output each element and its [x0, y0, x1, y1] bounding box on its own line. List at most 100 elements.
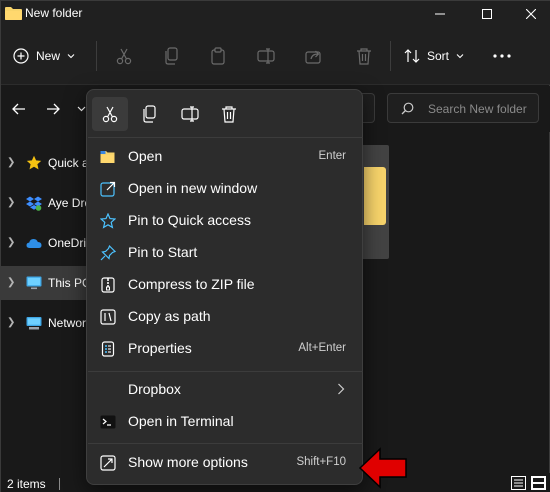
status-separator	[59, 478, 60, 490]
new-window-icon	[100, 181, 116, 197]
menu-item-label: Dropbox	[128, 381, 181, 397]
copy-icon	[143, 105, 156, 123]
new-button[interactable]: New	[13, 44, 83, 68]
menu-item-label: Show more options	[128, 454, 248, 470]
toolbar-separator	[96, 41, 97, 71]
search-placeholder: Search New folder	[428, 102, 527, 116]
trash-icon	[357, 48, 371, 65]
scissors-icon	[116, 48, 132, 65]
share-button[interactable]	[303, 45, 325, 67]
menu-cut-button[interactable]	[92, 97, 128, 131]
menu-separator	[88, 443, 363, 444]
details-view-icon[interactable]	[511, 476, 526, 490]
pin-icon	[100, 245, 116, 261]
nav-item-network[interactable]: ❯ Network	[1, 306, 91, 340]
chevron-right-icon: ❯	[7, 197, 16, 208]
sort-icon	[404, 49, 420, 63]
more-button[interactable]	[491, 45, 513, 67]
command-bar: New Sort	[1, 27, 550, 85]
maximize-icon	[482, 9, 492, 19]
menu-item-label: Open in Terminal	[128, 413, 234, 429]
context-menu-quick-actions	[87, 90, 364, 136]
menu-item-label: Open	[128, 148, 163, 164]
terminal-icon	[100, 415, 116, 429]
chevron-right-icon: ❯	[7, 277, 16, 288]
menu-rename-button[interactable]	[172, 97, 208, 131]
delete-button[interactable]	[353, 45, 375, 67]
properties-icon	[101, 341, 115, 357]
star-icon	[26, 155, 42, 170]
more-options-icon	[100, 455, 116, 471]
forward-button[interactable]	[43, 99, 63, 119]
arrow-right-icon	[47, 103, 60, 115]
menu-separator	[88, 371, 363, 372]
menu-item-dropbox[interactable]: Dropbox	[91, 374, 359, 406]
nav-label: This PC	[48, 276, 90, 290]
sort-button[interactable]: Sort	[404, 44, 470, 68]
zip-icon	[101, 277, 115, 293]
nav-item-onedrive[interactable]: ❯ OneDrive	[1, 226, 91, 260]
chevron-down-icon	[77, 106, 85, 112]
menu-item-label: Properties	[128, 340, 192, 356]
nav-item-quick-access[interactable]: ❯ Quick access	[1, 146, 91, 180]
menu-item-shortcut: Enter	[318, 150, 347, 162]
rename-button[interactable]	[255, 45, 277, 67]
chevron-right-icon: ❯	[7, 157, 16, 168]
menu-item-pin-quick-access[interactable]: Pin to Quick access	[91, 205, 359, 237]
maximize-button[interactable]	[467, 1, 507, 27]
menu-item-copy-as-path[interactable]: Copy as path	[91, 301, 359, 333]
menu-item-open-new-window[interactable]: Open in new window	[91, 173, 359, 205]
chevron-right-icon	[338, 383, 345, 395]
menu-item-shortcut: Shift+F10	[296, 456, 346, 468]
menu-item-open-terminal[interactable]: Open in Terminal	[91, 406, 359, 438]
menu-item-open[interactable]: Open Enter	[91, 141, 359, 173]
paste-button[interactable]	[207, 45, 229, 67]
search-icon	[401, 102, 414, 115]
dropbox-icon	[26, 196, 42, 211]
menu-item-shortcut: Alt+Enter	[298, 342, 346, 354]
minimize-button[interactable]	[420, 1, 460, 27]
folder-icon	[364, 167, 386, 225]
annotation-arrow-icon	[358, 447, 407, 489]
menu-item-label: Open in new window	[128, 180, 258, 196]
folder-icon	[5, 7, 22, 20]
menu-item-label: Compress to ZIP file	[128, 276, 255, 292]
title-bar: New folder	[1, 1, 550, 27]
file-explorer-window: New folder New Sort Search New folder ❯ …	[0, 0, 550, 492]
monitor-icon	[26, 276, 42, 290]
nav-label: Quick access	[48, 156, 90, 170]
new-button-label: New	[36, 49, 61, 63]
rename-icon	[257, 48, 275, 64]
copy-button[interactable]	[161, 45, 183, 67]
close-button[interactable]	[511, 1, 550, 27]
cloud-icon	[26, 239, 42, 248]
nav-label: Aye Dropbox	[48, 196, 90, 210]
menu-item-label: Copy as path	[128, 308, 211, 324]
chevron-down-icon	[67, 54, 75, 59]
menu-copy-button[interactable]	[132, 97, 168, 131]
menu-item-compress-zip[interactable]: Compress to ZIP file	[91, 269, 359, 301]
menu-item-show-more-options[interactable]: Show more options Shift+F10	[91, 447, 359, 479]
back-button[interactable]	[9, 99, 29, 119]
nav-item-dropbox[interactable]: ❯ Aye Dropbox	[1, 186, 91, 220]
plus-circle-icon	[13, 48, 29, 64]
nav-item-this-pc[interactable]: ❯ This PC	[1, 266, 91, 300]
toolbar-separator	[390, 41, 391, 71]
search-input[interactable]: Search New folder	[387, 93, 539, 123]
rename-icon	[181, 106, 199, 122]
chevron-right-icon: ❯	[7, 237, 16, 248]
cut-button[interactable]	[113, 45, 135, 67]
menu-item-properties[interactable]: Properties Alt+Enter	[91, 333, 359, 365]
window-title: New folder	[25, 6, 83, 20]
menu-item-pin-start[interactable]: Pin to Start	[91, 237, 359, 269]
sort-button-label: Sort	[427, 49, 450, 63]
nav-label: OneDrive	[48, 236, 90, 250]
menu-delete-button[interactable]	[211, 97, 247, 131]
copy-icon	[165, 47, 178, 65]
tiles-view-icon[interactable]	[531, 476, 546, 490]
share-icon	[305, 50, 321, 64]
chevron-right-icon: ❯	[7, 317, 16, 328]
minimize-icon	[435, 13, 445, 15]
context-menu: Open Enter Open in new window Pin to Qui…	[86, 89, 363, 485]
close-icon	[526, 9, 536, 19]
